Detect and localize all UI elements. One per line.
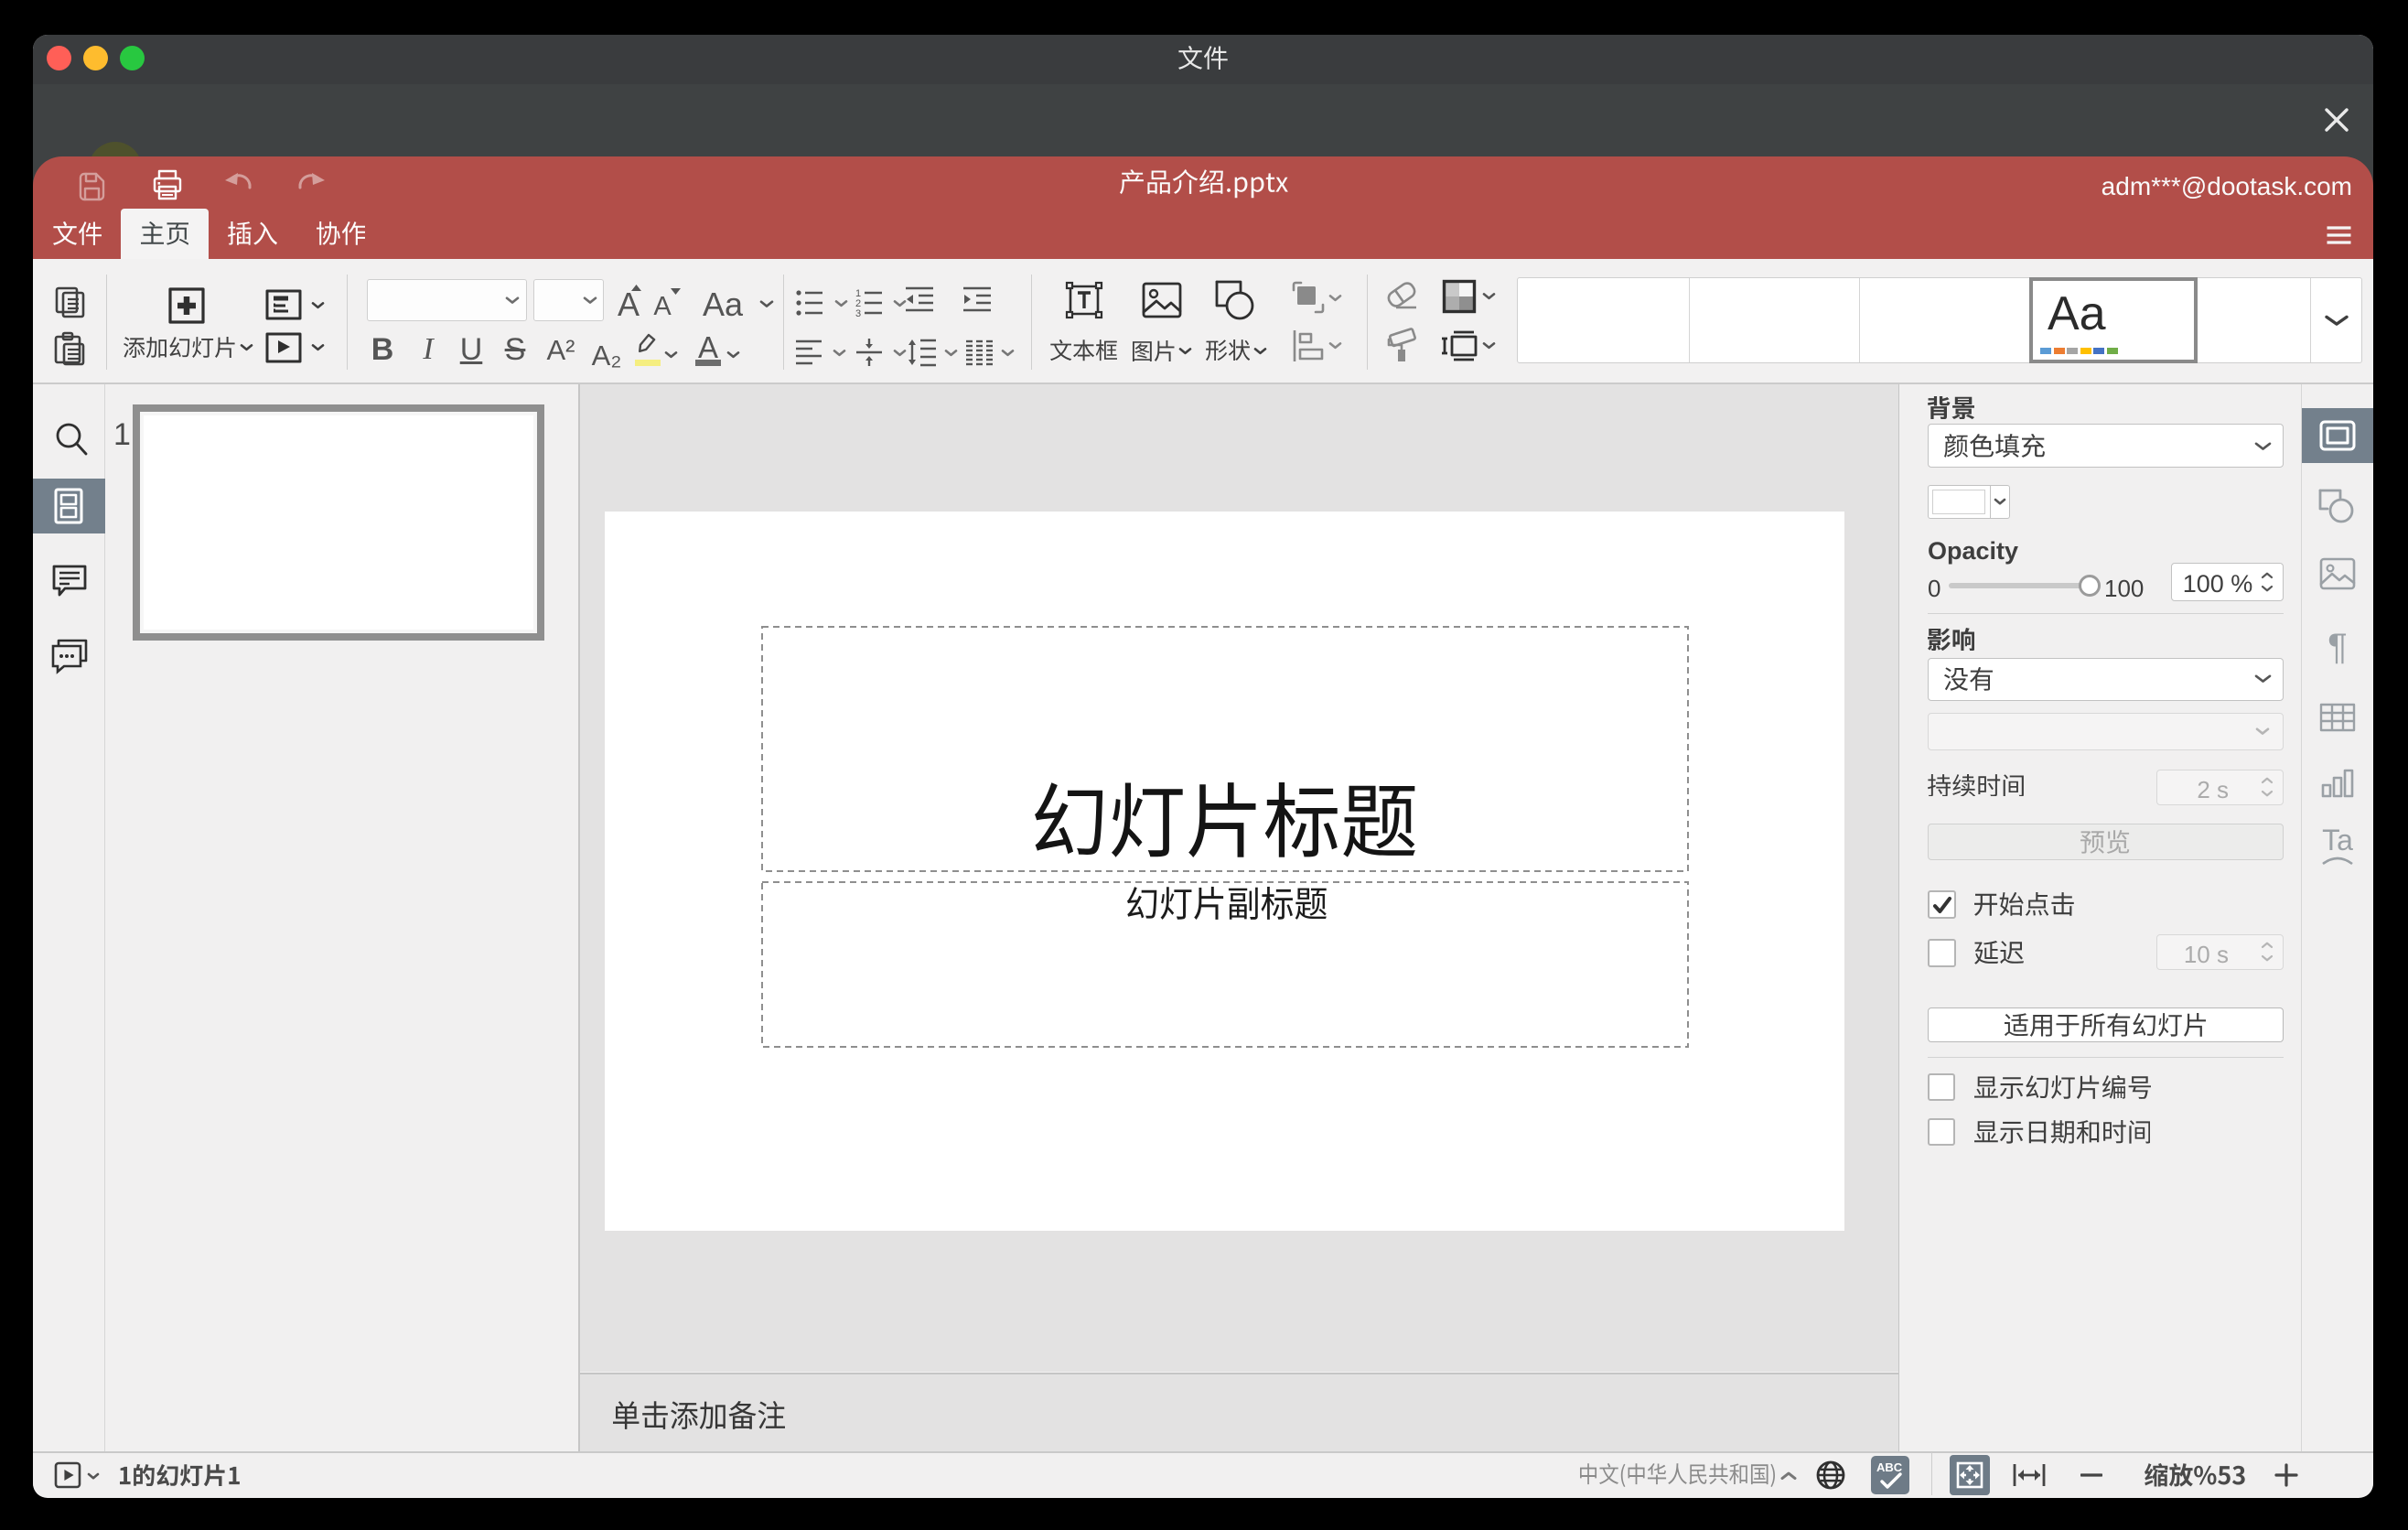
svg-text:3: 3 [855, 308, 861, 319]
svg-text:ABC: ABC [1876, 1460, 1903, 1474]
